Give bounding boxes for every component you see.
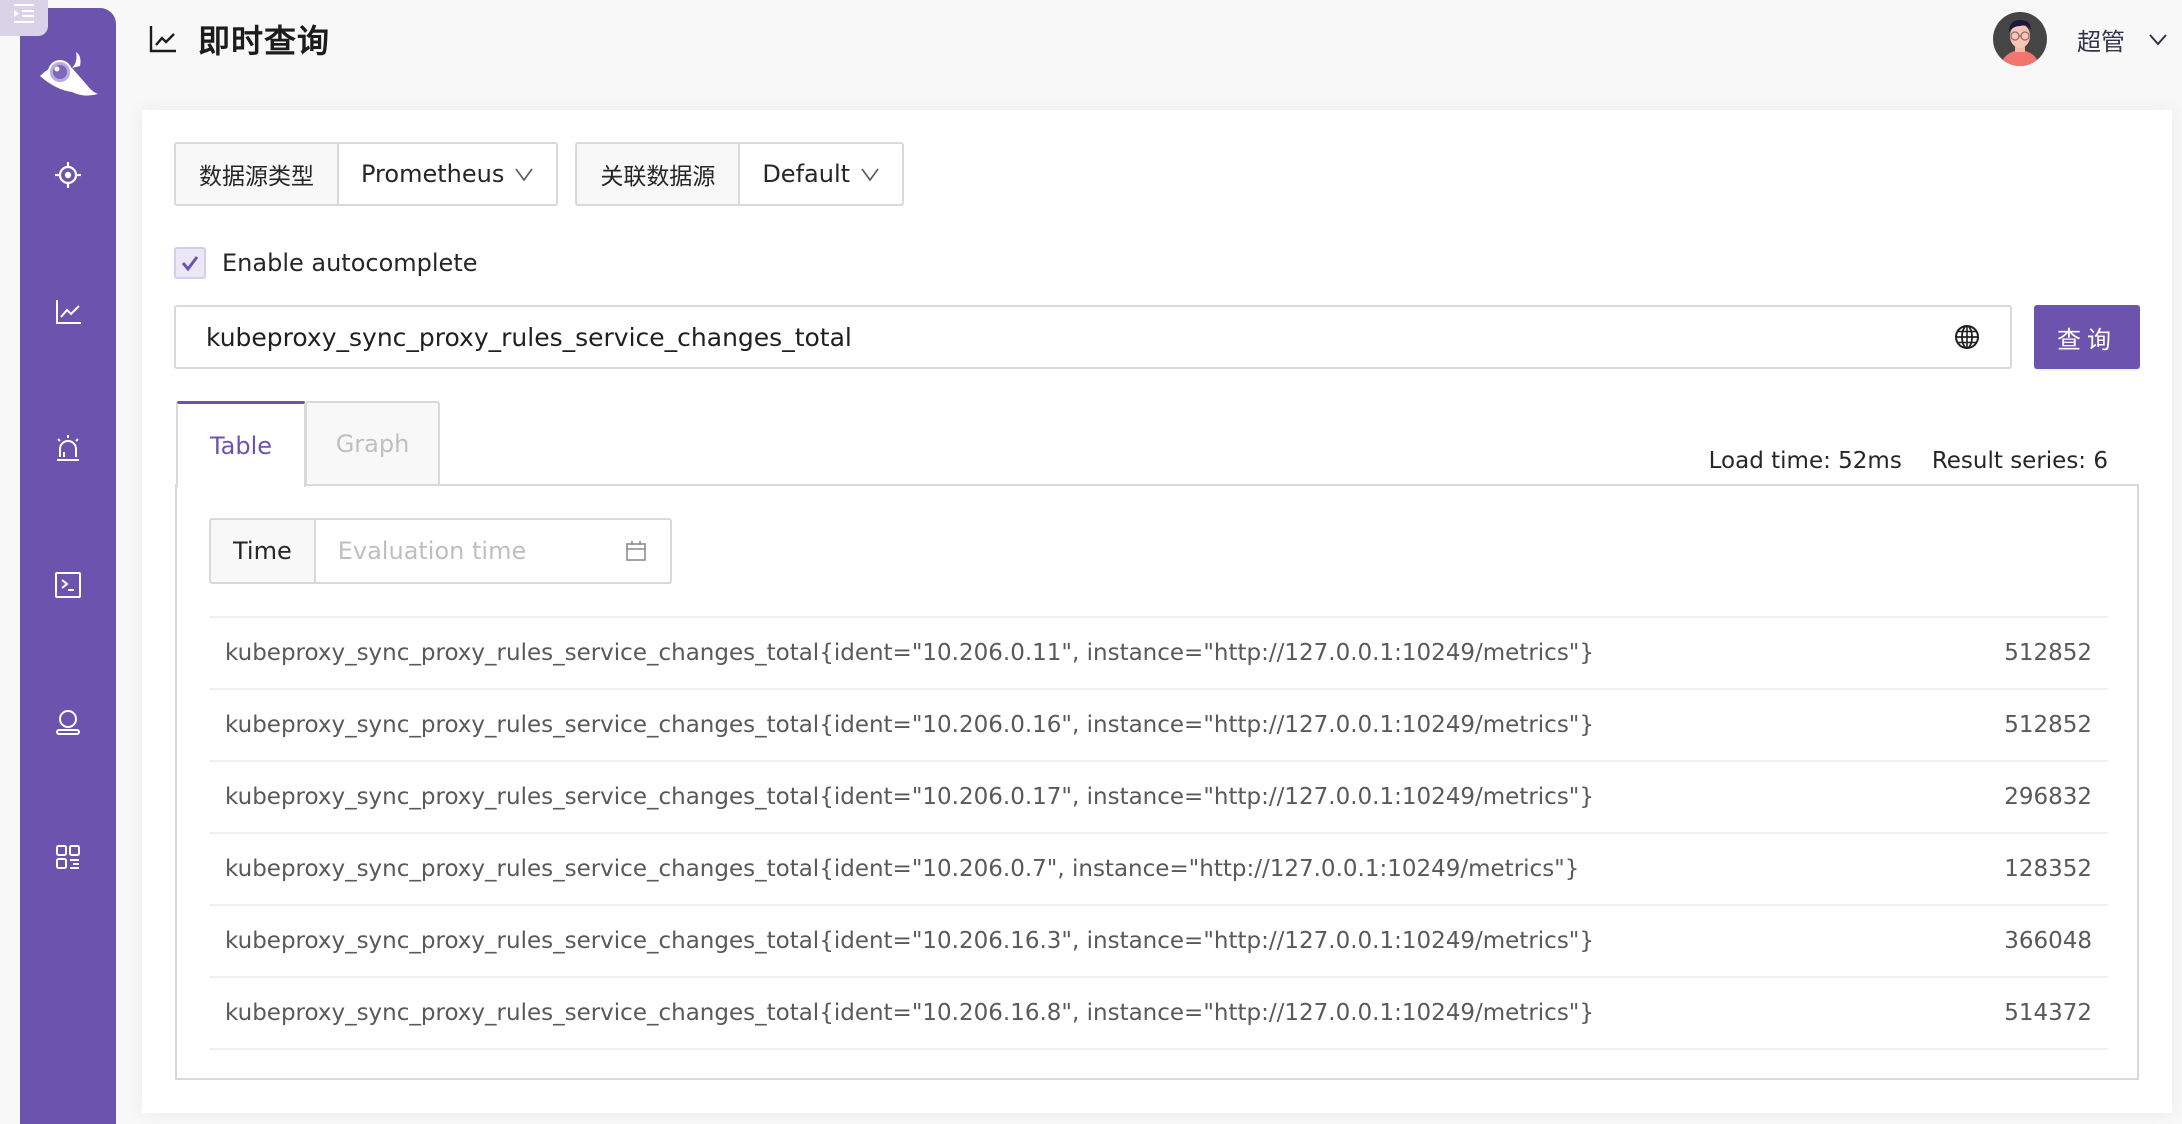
sidebar [20,8,116,1124]
autocomplete-checkbox[interactable] [174,247,206,279]
query-text[interactable]: kubeproxy_sync_proxy_rules_service_chang… [206,323,1954,352]
autocomplete-label: Enable autocomplete [222,249,478,277]
metric-label: kubeproxy_sync_proxy_rules_service_chang… [225,1000,1595,1026]
sidebar-item-users[interactable] [20,692,116,752]
metric-label: kubeproxy_sync_proxy_rules_service_chang… [225,712,1595,738]
sidebar-item-targets[interactable] [20,145,116,205]
datasource-selector-row: 数据源类型 Prometheus 关联数据源 Default [174,142,905,206]
terminal-icon [55,572,81,598]
linked-datasource-select[interactable]: Default [740,142,905,206]
chevron-down-icon [861,168,879,182]
line-chart-icon [149,26,176,53]
datasource-type-label: 数据源类型 [174,142,339,206]
datasource-type-value: Prometheus [361,160,505,188]
metric-label: kubeproxy_sync_proxy_rules_service_chang… [225,928,1595,954]
promql-query-input[interactable]: kubeproxy_sync_proxy_rules_service_chang… [174,305,2012,369]
metric-value: 128352 [2004,856,2092,882]
metric-label: kubeproxy_sync_proxy_rules_service_chang… [225,856,1580,882]
metric-label: kubeproxy_sync_proxy_rules_service_chang… [225,784,1595,810]
metric-value: 296832 [2004,784,2092,810]
menu-unfold-icon [14,4,34,23]
evaluation-time-input[interactable]: Evaluation time [315,518,672,584]
query-button[interactable]: 查询 [2034,305,2140,369]
result-table: kubeproxy_sync_proxy_rules_service_chang… [209,616,2108,1050]
query-panel: 数据源类型 Prometheus 关联数据源 Default Enable au… [142,110,2172,1113]
sidebar-item-alerts[interactable] [20,418,116,478]
table-row: kubeproxy_sync_proxy_rules_service_chang… [209,906,2108,978]
sidebar-item-apps[interactable] [20,827,116,887]
table-row: kubeproxy_sync_proxy_rules_service_chang… [209,690,2108,762]
tab-table[interactable]: Table [176,401,306,487]
avatar[interactable] [1993,12,2047,66]
table-tab-content: Time Evaluation time kubeproxy_sync_prox… [175,484,2139,1080]
chevron-down-icon [515,168,533,182]
table-row: kubeproxy_sync_proxy_rules_service_chang… [209,834,2108,906]
table-row: kubeproxy_sync_proxy_rules_service_chang… [209,618,2108,690]
sidebar-collapse-button[interactable] [0,0,48,36]
load-time: Load time: 52ms [1708,448,1902,474]
metric-value: 512852 [2004,640,2092,666]
page-title: 即时查询 [198,22,331,60]
alarm-icon [57,435,79,461]
linked-datasource-label: 关联数据源 [575,142,741,206]
metric-value: 514372 [2004,1000,2092,1026]
table-row: kubeproxy_sync_proxy_rules_service_chang… [209,978,2108,1050]
globe-icon[interactable] [1954,324,1980,350]
target-icon [55,162,81,188]
time-label: Time [209,518,316,584]
query-stats: Load time: 52ms Result series: 6 [1709,448,2108,474]
autocomplete-toggle[interactable]: Enable autocomplete [174,247,478,279]
user-menu[interactable]: 超管 [1993,12,2169,66]
user-name[interactable]: 超管 [2077,22,2125,57]
user-icon [56,710,80,735]
chevron-down-icon[interactable] [2147,28,2169,50]
result-series-count: Result series: 6 [1931,448,2108,474]
linked-datasource-value: Default [762,160,851,188]
datasource-type-select[interactable]: Prometheus [339,142,559,206]
evaluation-time-picker: Time Evaluation time [209,518,672,584]
metric-value: 512852 [2004,712,2092,738]
metric-value: 366048 [2004,928,2092,954]
apps-icon [56,845,80,869]
calendar-icon[interactable] [624,539,648,563]
line-chart-icon [56,300,81,324]
check-icon [181,256,199,272]
table-row: kubeproxy_sync_proxy_rules_service_chang… [209,762,2108,834]
evaluation-time-placeholder: Evaluation time [337,537,527,565]
sidebar-item-metrics[interactable] [20,282,116,342]
logo-icon[interactable] [36,48,100,108]
sidebar-item-console[interactable] [20,555,116,615]
page-header: 即时查询 [148,14,330,64]
tab-graph[interactable]: Graph [305,401,440,485]
metric-label: kubeproxy_sync_proxy_rules_service_chang… [225,640,1595,666]
